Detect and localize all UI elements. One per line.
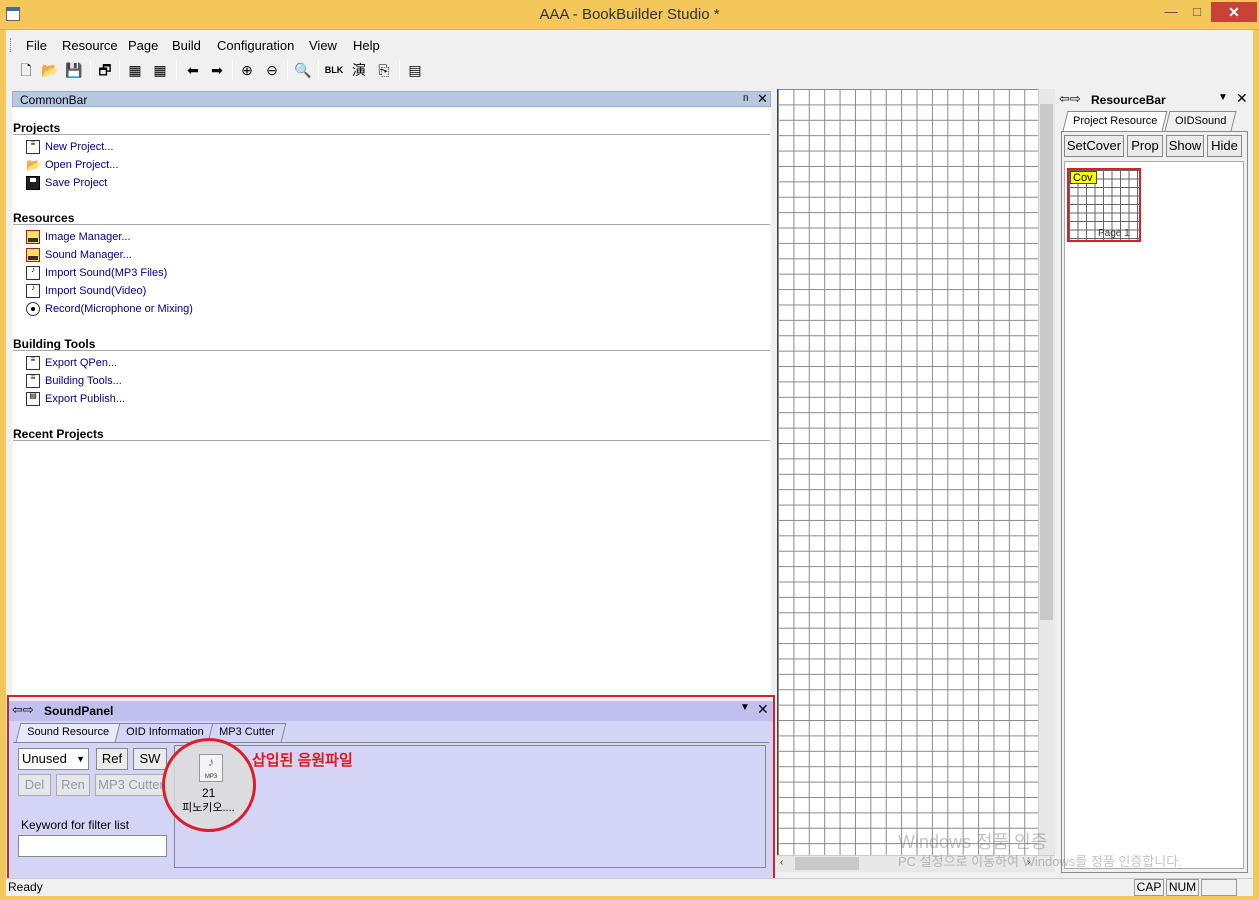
find-icon[interactable]: 🔍 bbox=[293, 60, 313, 80]
hide-button[interactable]: Hide bbox=[1207, 135, 1242, 157]
show-button[interactable]: Show bbox=[1166, 135, 1204, 157]
section-projects-title: Projects bbox=[13, 121, 61, 135]
minimize-button[interactable]: — bbox=[1158, 2, 1184, 22]
forward-icon[interactable]: ➡ bbox=[207, 60, 227, 80]
page-label: Page 1 bbox=[1098, 228, 1130, 239]
toolbar-separator bbox=[232, 60, 233, 80]
section-recent-title: Recent Projects bbox=[13, 427, 104, 441]
chevron-down-icon[interactable]: ▼ bbox=[1218, 92, 1228, 103]
window-frame-right bbox=[1253, 30, 1259, 900]
commonbar-body bbox=[12, 108, 771, 695]
menu-view[interactable]: View bbox=[309, 38, 337, 53]
activation-watermark-title: Windows 정품 인증 bbox=[898, 832, 1048, 852]
import-video-icon: ♪ bbox=[26, 284, 40, 298]
toolbar-separator bbox=[318, 60, 319, 80]
menu-configuration[interactable]: Configuration bbox=[217, 38, 294, 53]
toolbar-separator bbox=[287, 60, 288, 80]
panel-nav-arrows-icon[interactable]: ⇦⇨ bbox=[1059, 91, 1081, 107]
prop-button[interactable]: Prop bbox=[1127, 135, 1163, 157]
scroll-indicator bbox=[1201, 879, 1237, 896]
resourcebar-close-icon[interactable]: ✕ bbox=[1236, 90, 1248, 107]
tab-oidsound[interactable]: OIDSound bbox=[1164, 111, 1237, 131]
status-bar bbox=[6, 878, 1253, 896]
menu-grip[interactable] bbox=[10, 38, 13, 52]
scroll-left-icon[interactable]: ‹ bbox=[780, 857, 783, 868]
zoom-in-icon[interactable]: ⊕ bbox=[237, 60, 257, 80]
tab-project-resource[interactable]: Project Resource bbox=[1062, 111, 1168, 131]
link-building-tools[interactable]: Building Tools... bbox=[45, 375, 122, 387]
save-icon[interactable]: 💾 bbox=[64, 60, 84, 80]
section-building-title: Building Tools bbox=[13, 337, 96, 351]
link-export-publish[interactable]: Export Publish... bbox=[45, 393, 125, 405]
section-resources-title: Resources bbox=[13, 211, 75, 225]
link-image-manager[interactable]: Image Manager... bbox=[45, 231, 131, 243]
toolbar-separator bbox=[176, 60, 177, 80]
save-disk-icon bbox=[26, 176, 40, 190]
window-frame-left bbox=[0, 30, 6, 900]
commonbar-close-icon[interactable]: ✕ bbox=[757, 91, 768, 107]
link-import-mp3[interactable]: Import Sound(MP3 Files) bbox=[45, 267, 167, 279]
setcover-button[interactable]: SetCover bbox=[1064, 135, 1124, 157]
commonbar-header bbox=[12, 91, 771, 107]
import-mp3-icon: ♪ bbox=[26, 266, 40, 280]
soundpanel-highlight-outline bbox=[7, 695, 775, 880]
link-import-video[interactable]: Import Sound(Video) bbox=[45, 285, 146, 297]
script-icon[interactable]: 演 bbox=[349, 60, 369, 80]
tab-sound-resource[interactable]: Sound Resource bbox=[15, 723, 121, 742]
vertical-scroll-thumb[interactable] bbox=[1040, 104, 1053, 620]
maximize-button[interactable]: □ bbox=[1184, 2, 1210, 22]
window-frame-bottom bbox=[0, 896, 1259, 900]
building-tools-icon: ≡ bbox=[26, 374, 40, 388]
menu-resource[interactable]: Resource bbox=[62, 38, 118, 53]
window-title: AAA - BookBuilder Studio * bbox=[539, 6, 720, 23]
record-icon bbox=[26, 302, 40, 316]
zoom-out-icon[interactable]: ⊖ bbox=[262, 60, 282, 80]
link-new-project[interactable]: New Project... bbox=[45, 141, 113, 153]
divider bbox=[13, 350, 770, 351]
divider bbox=[13, 224, 770, 225]
image-manager-icon bbox=[26, 230, 40, 244]
activation-watermark-text: PC 설정으로 이동하여 Windows를 정품 인증합니다. bbox=[898, 854, 1182, 869]
new-project-icon: ≡ bbox=[26, 140, 40, 154]
menu-page[interactable]: Page bbox=[128, 38, 158, 53]
blk-icon[interactable]: BLK bbox=[324, 60, 344, 80]
open-icon[interactable]: 📂 bbox=[40, 60, 60, 80]
menu-file[interactable]: File bbox=[26, 38, 47, 53]
close-button[interactable]: ✕ bbox=[1211, 2, 1257, 22]
publish-icon[interactable]: ▤ bbox=[405, 60, 425, 80]
link-record[interactable]: Record(Microphone or Mixing) bbox=[45, 303, 193, 315]
export-publish-icon: ▤ bbox=[26, 392, 40, 406]
sound-manager-icon bbox=[26, 248, 40, 262]
commonbar-title: CommonBar bbox=[20, 93, 88, 107]
page-canvas[interactable] bbox=[777, 89, 1055, 855]
menu-help[interactable]: Help bbox=[353, 38, 380, 53]
link-save-project[interactable]: Save Project bbox=[45, 177, 107, 189]
back-icon[interactable]: ⬅ bbox=[183, 60, 203, 80]
toolbar-separator bbox=[90, 60, 91, 80]
export-qpen-icon: ≡ bbox=[26, 356, 40, 370]
link-sound-manager[interactable]: Sound Manager... bbox=[45, 249, 132, 261]
link-open-project[interactable]: Open Project... bbox=[45, 159, 118, 171]
caps-indicator: CAP bbox=[1134, 879, 1164, 896]
cover-badge: Cov bbox=[1070, 171, 1097, 184]
divider bbox=[13, 134, 770, 135]
toolbar-separator bbox=[399, 60, 400, 80]
page-list[interactable] bbox=[1064, 161, 1244, 869]
menu-build[interactable]: Build bbox=[172, 38, 201, 53]
pin-icon[interactable]: ᴨ bbox=[743, 93, 748, 104]
sound-manager-icon[interactable]: ▦ bbox=[150, 60, 170, 80]
resourcebar-title: ResourceBar bbox=[1091, 93, 1166, 107]
new-icon[interactable]: 🗋 bbox=[16, 60, 36, 80]
divider bbox=[13, 440, 770, 441]
open-folder-icon: 📂 bbox=[26, 158, 41, 172]
properties-icon[interactable]: 🗗 bbox=[95, 60, 115, 80]
export-icon[interactable]: ⎘ bbox=[374, 60, 394, 80]
image-manager-icon[interactable]: ▦ bbox=[125, 60, 145, 80]
toolbar-separator bbox=[119, 60, 120, 80]
link-export-qpen[interactable]: Export QPen... bbox=[45, 357, 117, 369]
num-indicator: NUM bbox=[1166, 879, 1199, 896]
horizontal-scroll-thumb[interactable] bbox=[795, 857, 859, 870]
status-text: Ready bbox=[8, 880, 43, 894]
